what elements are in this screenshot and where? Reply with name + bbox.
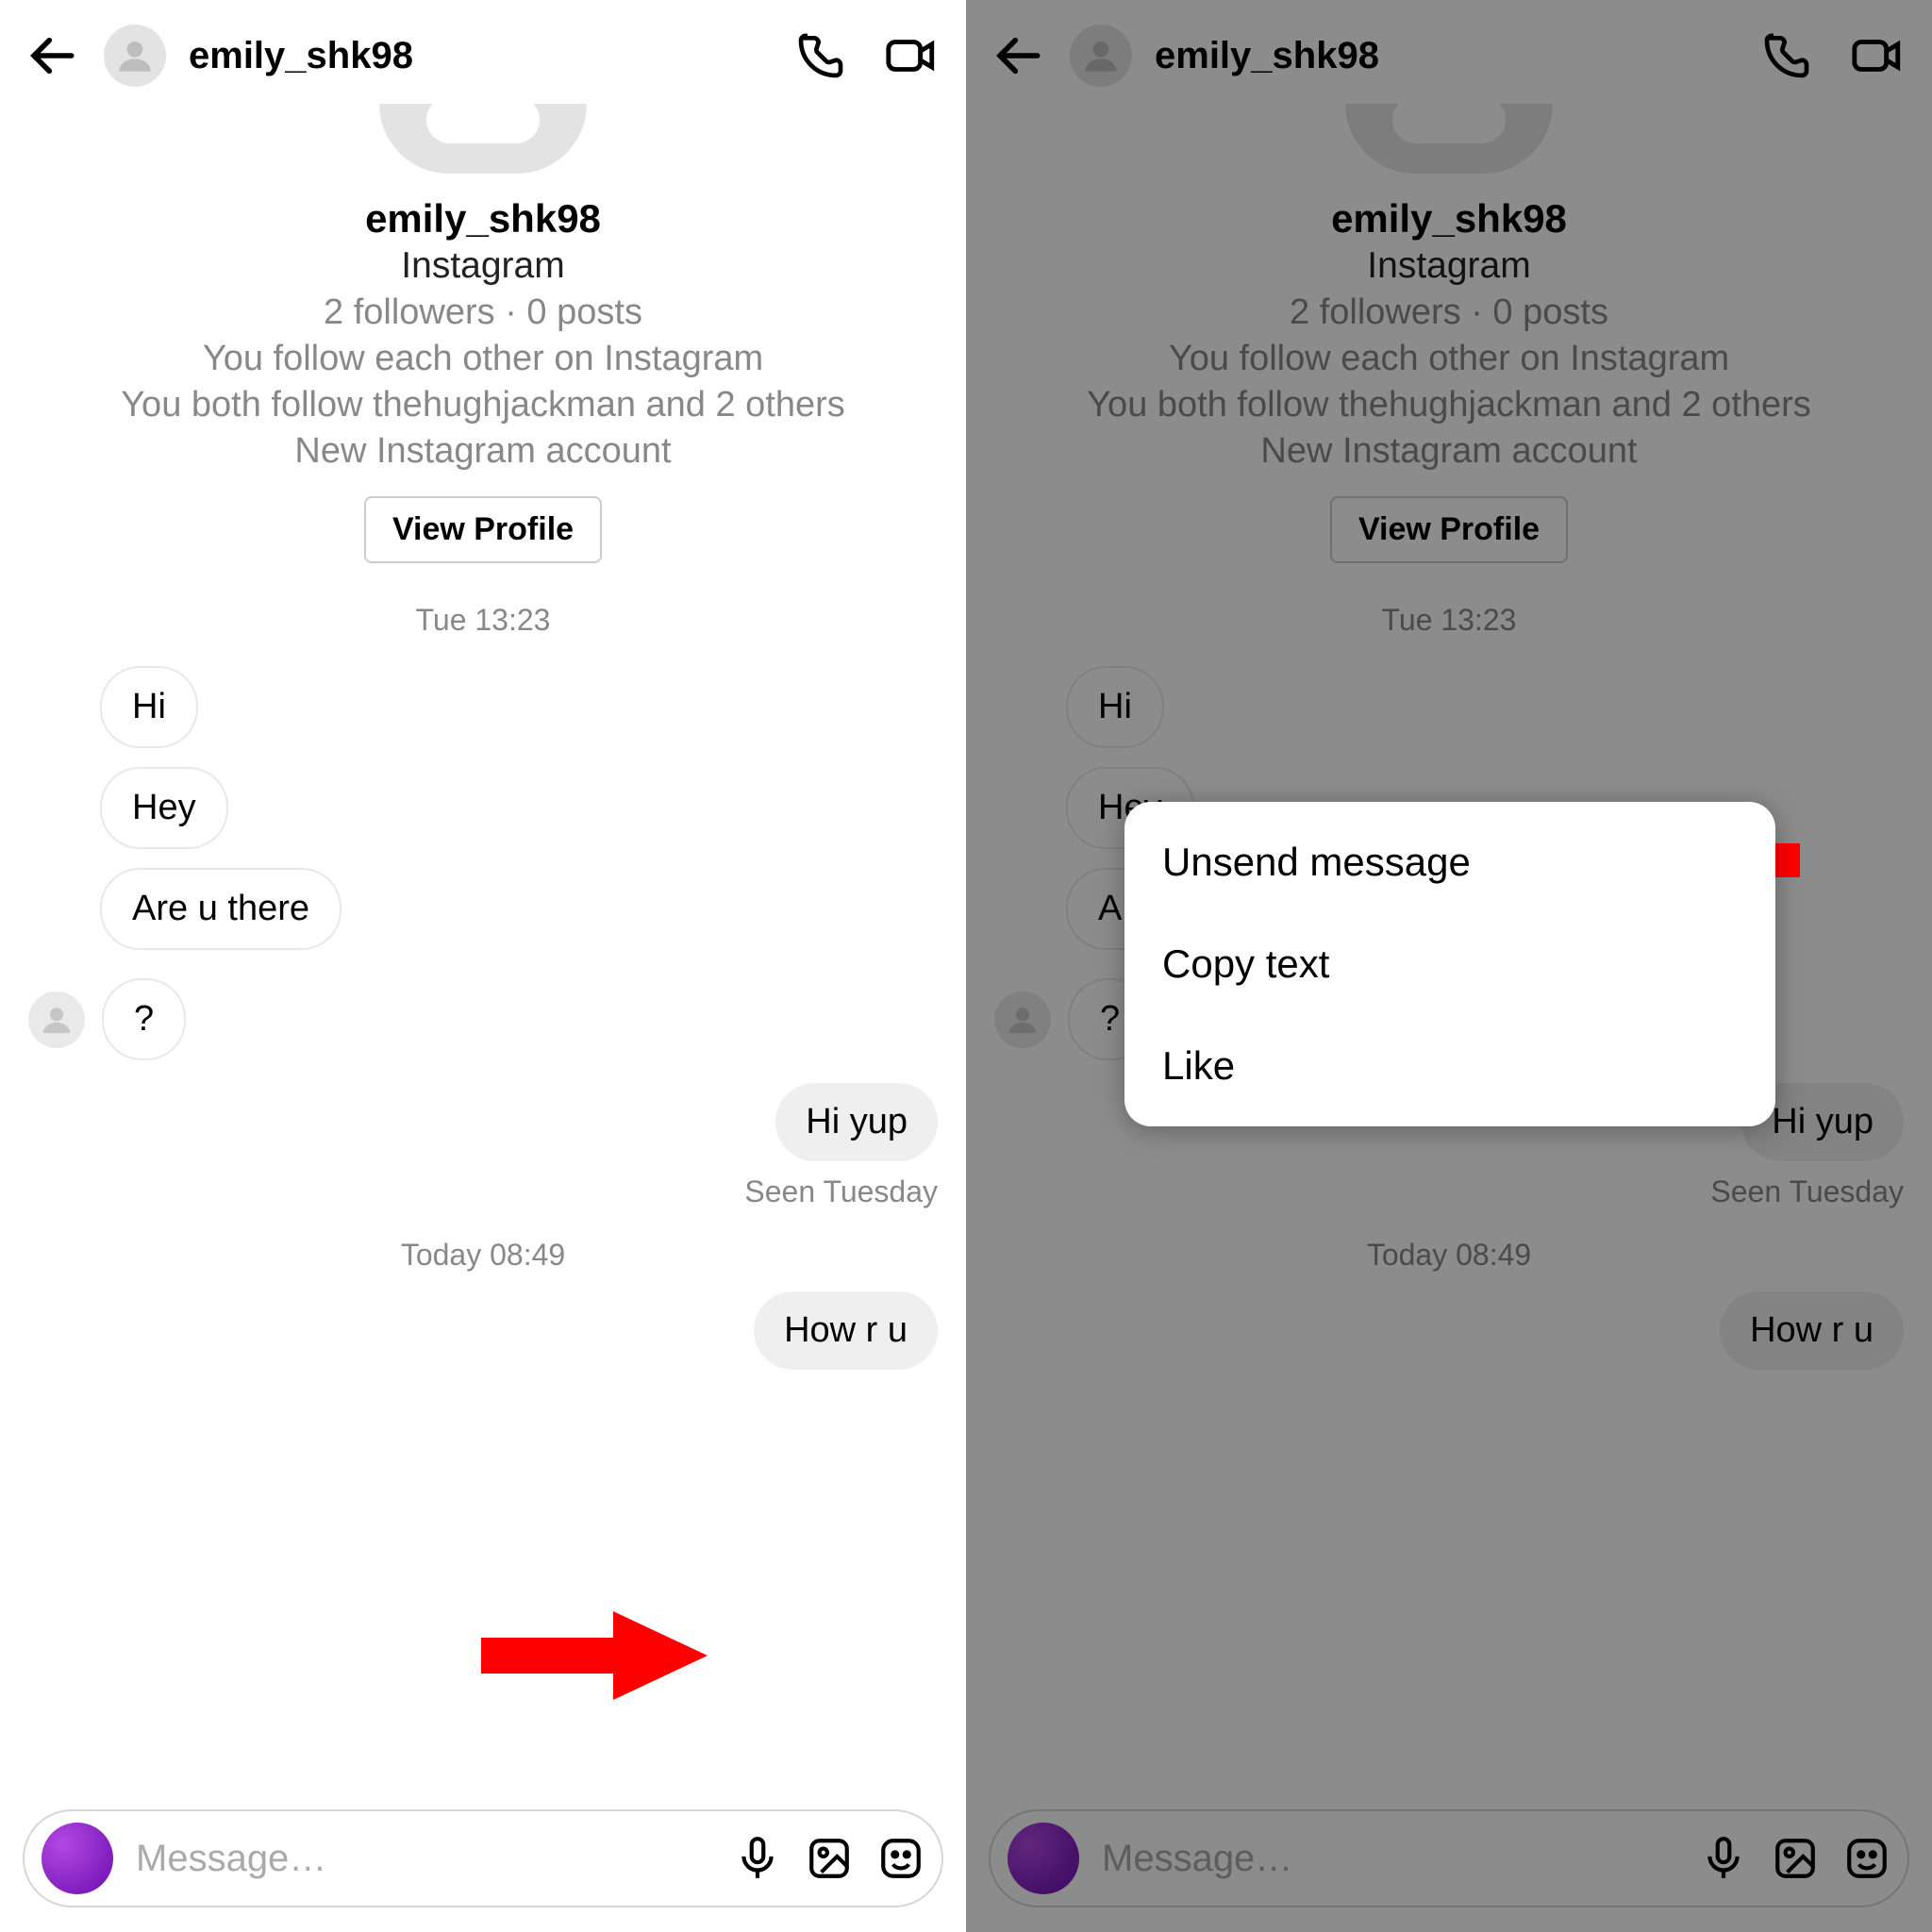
incoming-message[interactable]: Are u there xyxy=(100,868,341,950)
screenshot-right: emily_shk98 emily_shk98 Instagram 2 foll… xyxy=(966,0,1932,1932)
profile-relation: You follow each other on Instagram xyxy=(19,339,947,379)
camera-button[interactable] xyxy=(42,1823,113,1894)
audio-call-icon[interactable] xyxy=(1758,27,1815,84)
sticker-icon[interactable] xyxy=(1843,1835,1890,1882)
back-button[interactable] xyxy=(26,28,81,83)
header-username[interactable]: emily_shk98 xyxy=(1155,35,1736,77)
profile-stats: 2 followers · 0 posts xyxy=(985,292,1913,333)
sender-avatar[interactable] xyxy=(994,991,1051,1048)
message-composer: Message… xyxy=(989,1809,1909,1907)
chat-header: emily_shk98 xyxy=(0,0,966,104)
profile-summary: emily_shk98 Instagram 2 followers · 0 po… xyxy=(966,104,1932,575)
incoming-message[interactable]: Hey xyxy=(100,767,228,849)
sender-avatar[interactable] xyxy=(28,991,85,1048)
seen-status: Seen Tuesday xyxy=(994,1174,1904,1209)
message-composer: Message… xyxy=(23,1809,943,1907)
gallery-icon[interactable] xyxy=(1772,1835,1819,1882)
unsend-message-option[interactable]: Unsend message xyxy=(1124,811,1775,913)
message-input[interactable]: Message… xyxy=(136,1838,711,1880)
header-avatar[interactable] xyxy=(104,25,166,87)
like-option[interactable]: Like xyxy=(1124,1015,1775,1117)
back-button[interactable] xyxy=(992,28,1047,83)
chat-header: emily_shk98 xyxy=(966,0,1932,104)
timestamp-separator: Tue 13:23 xyxy=(966,603,1932,638)
view-profile-button[interactable]: View Profile xyxy=(1330,496,1568,563)
gallery-icon[interactable] xyxy=(806,1835,853,1882)
profile-mutual: You both follow thehughjackman and 2 oth… xyxy=(985,385,1913,425)
outgoing-message[interactable]: Hi yup xyxy=(775,1083,938,1161)
message-input[interactable]: Message… xyxy=(1102,1838,1677,1880)
incoming-message[interactable]: Hi xyxy=(1066,666,1164,748)
incoming-message[interactable]: ? xyxy=(102,978,186,1060)
profile-note: New Instagram account xyxy=(985,431,1913,472)
seen-status: Seen Tuesday xyxy=(28,1174,938,1209)
profile-platform: Instagram xyxy=(19,245,947,287)
timestamp-separator: Today 08:49 xyxy=(994,1238,1904,1273)
profile-relation: You follow each other on Instagram xyxy=(985,339,1913,379)
mic-icon[interactable] xyxy=(1700,1835,1747,1882)
profile-note: New Instagram account xyxy=(19,431,947,472)
video-call-icon[interactable] xyxy=(883,27,940,84)
header-avatar[interactable] xyxy=(1070,25,1132,87)
message-context-menu: Unsend message Copy text Like xyxy=(1124,802,1775,1126)
outgoing-message[interactable]: How r u xyxy=(1720,1291,1904,1370)
profile-platform: Instagram xyxy=(985,245,1913,287)
video-call-icon[interactable] xyxy=(1849,27,1906,84)
profile-avatar[interactable] xyxy=(1345,104,1553,174)
timestamp-separator: Tue 13:23 xyxy=(0,603,966,638)
profile-stats: 2 followers · 0 posts xyxy=(19,292,947,333)
header-username[interactable]: emily_shk98 xyxy=(189,35,770,77)
incoming-message[interactable]: Hi xyxy=(100,666,198,748)
view-profile-button[interactable]: View Profile xyxy=(364,496,602,563)
screenshot-left: emily_shk98 emily_shk98 Instagram 2 foll… xyxy=(0,0,966,1932)
annotation-arrow xyxy=(481,1604,717,1707)
copy-text-option[interactable]: Copy text xyxy=(1124,913,1775,1015)
mic-icon[interactable] xyxy=(734,1835,781,1882)
outgoing-message[interactable]: How r u xyxy=(754,1291,938,1370)
camera-button[interactable] xyxy=(1008,1823,1079,1894)
profile-mutual: You both follow thehughjackman and 2 oth… xyxy=(19,385,947,425)
profile-username: emily_shk98 xyxy=(19,196,947,242)
profile-summary: emily_shk98 Instagram 2 followers · 0 po… xyxy=(0,104,966,575)
profile-username: emily_shk98 xyxy=(985,196,1913,242)
profile-avatar[interactable] xyxy=(379,104,587,174)
sticker-icon[interactable] xyxy=(877,1835,924,1882)
timestamp-separator: Today 08:49 xyxy=(28,1238,938,1273)
audio-call-icon[interactable] xyxy=(792,27,849,84)
